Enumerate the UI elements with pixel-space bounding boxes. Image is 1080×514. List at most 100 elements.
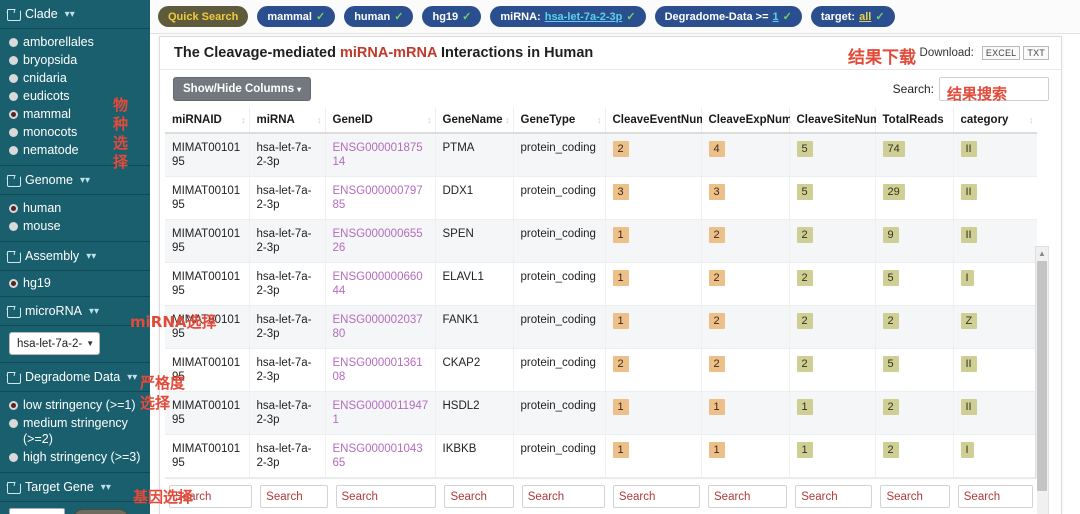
radio-icon[interactable]	[9, 146, 18, 155]
show-hide-columns-button[interactable]: Show/Hide Columns ▾	[173, 77, 312, 101]
filter-pill-hg19[interactable]: hg19 ✓	[422, 6, 482, 27]
cell-geneid[interactable]: ENSG00000187514	[325, 133, 436, 177]
radio-option-hg19[interactable]: hg19	[0, 274, 150, 292]
column-header-mirnaid[interactable]: miRNAID ↕	[165, 108, 250, 134]
radio-icon-selected[interactable]	[9, 110, 18, 119]
cell-geneid[interactable]: ENSG00000104365	[325, 434, 436, 478]
radio-icon[interactable]	[9, 222, 18, 231]
scrollbar-thumb[interactable]	[1037, 261, 1047, 491]
column-search-mirnaid[interactable]	[169, 485, 253, 508]
table-vertical-scrollbar[interactable]: ▲ ▼	[1035, 246, 1049, 514]
radio-label: mammal	[23, 107, 71, 121]
clade-options: amborellales bryopsida cnidaria eudicots…	[0, 29, 150, 165]
search-input[interactable]	[939, 77, 1049, 101]
table-row[interactable]: MIMAT0010195 hsa-let-7a-2-3p ENSG0000010…	[165, 434, 1037, 478]
column-header-cleaveeventnum[interactable]: CleaveEventNum	[605, 108, 706, 134]
column-search-geneid[interactable]	[335, 485, 437, 508]
radio-icon[interactable]	[9, 419, 18, 428]
table-row[interactable]: MIMAT0010195 hsa-let-7a-2-3p ENSG0000020…	[165, 305, 1037, 349]
column-search-genetype[interactable]	[521, 485, 605, 508]
cell-geneid[interactable]: ENSG00000065526	[325, 219, 436, 263]
sort-icon[interactable]: ↕	[505, 115, 509, 125]
sort-icon[interactable]: ↕	[241, 115, 245, 125]
radio-icon-selected[interactable]	[9, 401, 18, 410]
column-search-mirna[interactable]	[260, 485, 328, 508]
column-header-cleavesitenum[interactable]: CleaveSiteNum	[789, 108, 880, 134]
column-search-cleaveexpnum[interactable]	[708, 485, 788, 508]
radio-icon-selected[interactable]	[9, 279, 18, 288]
column-header-genetype[interactable]: GeneType ↕	[513, 108, 606, 134]
radio-icon[interactable]	[9, 453, 18, 462]
radio-icon[interactable]	[9, 128, 18, 137]
cell-geneid[interactable]: ENSG00000119471	[325, 391, 436, 435]
table-row[interactable]: MIMAT0010195 hsa-let-7a-2-3p ENSG0000007…	[165, 176, 1037, 220]
radio-option-amborellales[interactable]: amborellales	[0, 33, 150, 51]
chevron-down-icon: ▾▾	[88, 305, 99, 317]
sidebar-section-assembly[interactable]: Assembly ▾▾	[0, 242, 150, 270]
target-gene-input[interactable]	[9, 508, 65, 514]
microrna-select[interactable]: hsa-let-7a-2- ▼	[9, 332, 101, 355]
radio-option-low-stringency[interactable]: low stringency (>=1)	[0, 396, 150, 414]
filter-pill-mirna[interactable]: miRNA: hsa-let-7a-2-3p ✓	[490, 6, 646, 27]
column-header-genename[interactable]: GeneName ↕	[435, 108, 514, 134]
sidebar-section-clade[interactable]: Clade ▾▾	[0, 0, 150, 28]
column-header-mirna[interactable]: miRNA ↕	[249, 108, 326, 134]
column-search-cleavesitenum[interactable]	[795, 485, 873, 508]
table-row[interactable]: MIMAT0010195 hsa-let-7a-2-3p ENSG0000006…	[165, 262, 1037, 306]
radio-option-mammal[interactable]: mammal	[0, 105, 150, 123]
radio-option-mouse[interactable]: mouse	[0, 217, 150, 235]
sidebar-section-microrna[interactable]: microRNA ▾▾	[0, 297, 150, 325]
filter-pill-degradome-data[interactable]: Degradome-Data >= 1 ✓	[654, 6, 802, 27]
radio-option-human[interactable]: human	[0, 199, 150, 217]
radio-option-medium-stringency[interactable]: medium stringency (>=2)	[0, 414, 150, 448]
radio-icon[interactable]	[9, 92, 18, 101]
column-header-cleaveexpnum[interactable]: CleaveExpNum	[701, 108, 792, 134]
sort-icon[interactable]: ↕	[427, 115, 431, 125]
cell-geneid[interactable]: ENSG00000203780	[325, 305, 436, 349]
cell-geneid[interactable]: ENSG00000136108	[325, 348, 436, 392]
table-row[interactable]: MIMAT0010195 hsa-let-7a-2-3p ENSG0000018…	[165, 133, 1037, 177]
sidebar-section-degradome-data[interactable]: Degradome Data ▾▾	[0, 363, 150, 391]
table-row[interactable]: MIMAT0010195 hsa-let-7a-2-3p ENSG0000011…	[165, 391, 1037, 435]
download-excel-button[interactable]: EXCEL	[981, 46, 1021, 60]
radio-icon[interactable]	[9, 56, 18, 65]
sidebar-section-label: microRNA	[25, 304, 82, 318]
radio-option-bryopsida[interactable]: bryopsida	[0, 51, 150, 69]
page-title-post: Interactions in Human	[436, 45, 594, 61]
column-search-cleaveeventnum[interactable]	[612, 485, 701, 508]
filter-pill-target[interactable]: target: all ✓	[810, 6, 895, 27]
column-header-geneid[interactable]: GeneID ↕	[325, 108, 436, 134]
cell-geneid[interactable]: ENSG00000079785	[325, 176, 436, 220]
value-badge: 1	[708, 399, 725, 415]
sort-icon[interactable]: ↕	[317, 115, 321, 125]
radio-option-eudicots[interactable]: eudicots	[0, 87, 150, 105]
submit-button[interactable]: Submit	[73, 509, 129, 514]
table-row[interactable]: MIMAT0010195 hsa-let-7a-2-3p ENSG0000013…	[165, 348, 1037, 392]
cell-geneid[interactable]: ENSG00000066044	[325, 262, 436, 306]
sort-icon[interactable]: ↕	[597, 115, 601, 125]
column-search-genename[interactable]	[444, 485, 514, 508]
sidebar-section-genome[interactable]: Genome ▾▾	[0, 166, 150, 194]
radio-label: medium stringency (>=2)	[23, 416, 128, 446]
sidebar-section-target-gene[interactable]: Target Gene ▾▾	[0, 473, 150, 501]
download-txt-button[interactable]: TXT	[1023, 46, 1049, 60]
filter-pill-human[interactable]: human ✓	[344, 6, 414, 27]
cell-cleaveeventnum: 1	[605, 434, 702, 478]
radio-option-high-stringency[interactable]: high stringency (>=3)	[0, 448, 150, 466]
radio-option-cnidaria[interactable]: cnidaria	[0, 69, 150, 87]
column-search-totalreads[interactable]	[880, 485, 950, 508]
quick-search-pill[interactable]: Quick Search	[158, 6, 249, 27]
sort-icon[interactable]: ↕	[1029, 115, 1033, 125]
table-row[interactable]: MIMAT0010195 hsa-let-7a-2-3p ENSG0000006…	[165, 219, 1037, 263]
radio-icon[interactable]	[9, 38, 18, 47]
radio-icon[interactable]	[9, 74, 18, 83]
column-header-category[interactable]: category ↕	[953, 108, 1037, 134]
radio-icon-selected[interactable]	[9, 204, 18, 213]
column-header-totalreads[interactable]: TotalReads	[875, 108, 954, 134]
filter-pill-mammal[interactable]: mammal ✓	[257, 6, 336, 27]
radio-option-monocots[interactable]: monocots	[0, 123, 150, 141]
microrna-select-wrapper: hsa-let-7a-2- ▼	[0, 326, 150, 362]
scroll-up-arrow-icon[interactable]: ▲	[1036, 247, 1048, 260]
radio-option-nematode[interactable]: nematode	[0, 141, 150, 159]
column-search-category[interactable]	[957, 485, 1033, 508]
